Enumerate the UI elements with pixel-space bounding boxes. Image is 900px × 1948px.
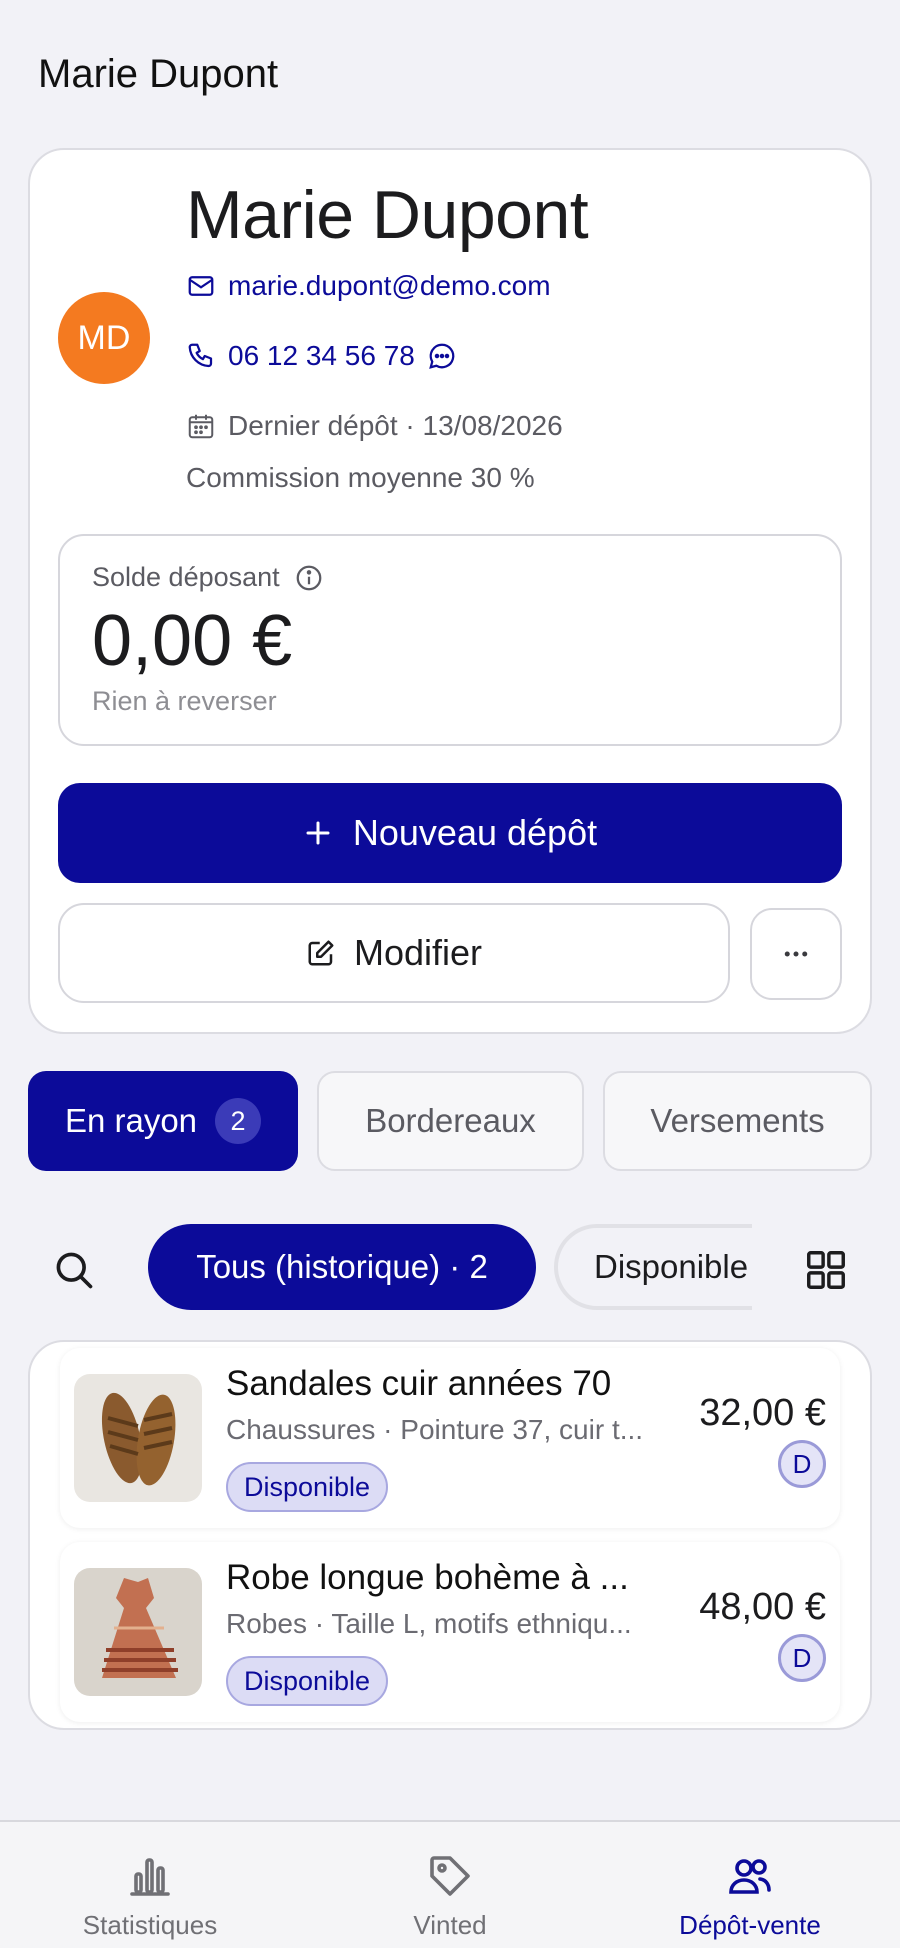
edit-label: Modifier [353, 932, 483, 973]
filter-chip-available[interactable]: Disponible [554, 1224, 752, 1310]
client-name: Marie Dupont [186, 177, 589, 253]
message-icon[interactable] [427, 341, 457, 371]
nav-depot-vente-label: Dépôt-vente [679, 1910, 821, 1940]
balance-value: 0,00 € [92, 601, 293, 681]
avatar: MD [58, 292, 150, 384]
tab-badge: 2 [215, 1098, 262, 1144]
search-button[interactable] [44, 1240, 104, 1300]
item-photo-sandals [74, 1374, 202, 1502]
nav-statistiques-label: Statistiques [82, 1910, 218, 1940]
list-item[interactable]: Sandales cuir années 70 Chaussures · Poi… [60, 1348, 840, 1528]
new-deposit-label: Nouveau dépôt [352, 812, 598, 853]
status-badge: Disponible [226, 1656, 389, 1706]
commission-text: Commission moyenne 30 % [186, 462, 535, 493]
phone-icon [186, 341, 216, 371]
item-subtitle: Chaussures · Pointure 37, cuir t... [226, 1414, 644, 1445]
plus-icon [303, 818, 333, 848]
edit-icon [306, 938, 336, 968]
item-subtitle: Robes · Taille L, motifs ethniqu... [226, 1608, 632, 1639]
bottom-nav: Statistiques Vinted Dépôt-vente [0, 1820, 900, 1948]
nav-statistiques[interactable]: Statistiques [30, 1852, 270, 1941]
item-price: 32,00 € [699, 1392, 826, 1434]
calendar-icon [186, 411, 216, 441]
filter-chip-all[interactable]: Tous (historique) · 2 [148, 1224, 536, 1310]
item-title: Sandales cuir années 70 [226, 1364, 612, 1403]
tab-en-rayon-label: En rayon [64, 1102, 198, 1139]
item-type-badge: D [778, 1634, 826, 1682]
last-deposit: Dernier dépôt · 13/08/2026 [186, 410, 563, 442]
tab-en-rayon[interactable]: En rayon 2 [28, 1071, 298, 1171]
more-icon [781, 939, 811, 969]
item-price: 48,00 € [699, 1586, 826, 1628]
filter-chips: Tous (historique) · 2 Disponible [148, 1224, 752, 1310]
balance-label-text: Solde déposant [92, 562, 280, 592]
email-link[interactable]: marie.dupont@demo.com [186, 270, 551, 302]
status-badge: Disponible [226, 1462, 389, 1512]
email-text: marie.dupont@demo.com [228, 270, 551, 301]
bar-chart-icon [130, 1858, 170, 1896]
grid-icon [803, 1247, 849, 1293]
search-icon [52, 1248, 96, 1292]
item-type-badge: D [778, 1440, 826, 1488]
phone-text: 06 12 34 56 78 [228, 340, 415, 371]
balance-note: Rien à reverser [92, 686, 277, 716]
balance-label: Solde déposant [92, 562, 324, 593]
page-title: Marie Dupont [38, 52, 279, 96]
mail-icon [186, 271, 216, 301]
last-deposit-text: Dernier dépôt · 13/08/2026 [228, 410, 563, 441]
more-options-button[interactable] [750, 908, 842, 1000]
tag-icon [430, 1856, 470, 1896]
nav-vinted[interactable]: Vinted [330, 1852, 570, 1941]
tab-bordereaux[interactable]: Bordereaux [317, 1071, 584, 1171]
item-photo-dress [74, 1568, 202, 1696]
phone-link[interactable]: 06 12 34 56 78 [186, 340, 457, 372]
nav-vinted-label: Vinted [413, 1910, 487, 1940]
tab-versements[interactable]: Versements [603, 1071, 872, 1171]
item-title: Robe longue bohème à ... [226, 1558, 629, 1597]
nav-depot-vente[interactable]: Dépôt-vente [630, 1852, 870, 1941]
info-icon[interactable] [294, 563, 324, 593]
new-deposit-button[interactable]: Nouveau dépôt [58, 783, 842, 883]
list-item[interactable]: Robe longue bohème à ... Robes · Taille … [60, 1542, 840, 1722]
users-icon [729, 1859, 771, 1894]
edit-button[interactable]: Modifier [58, 903, 730, 1003]
grid-view-button[interactable] [796, 1240, 856, 1300]
